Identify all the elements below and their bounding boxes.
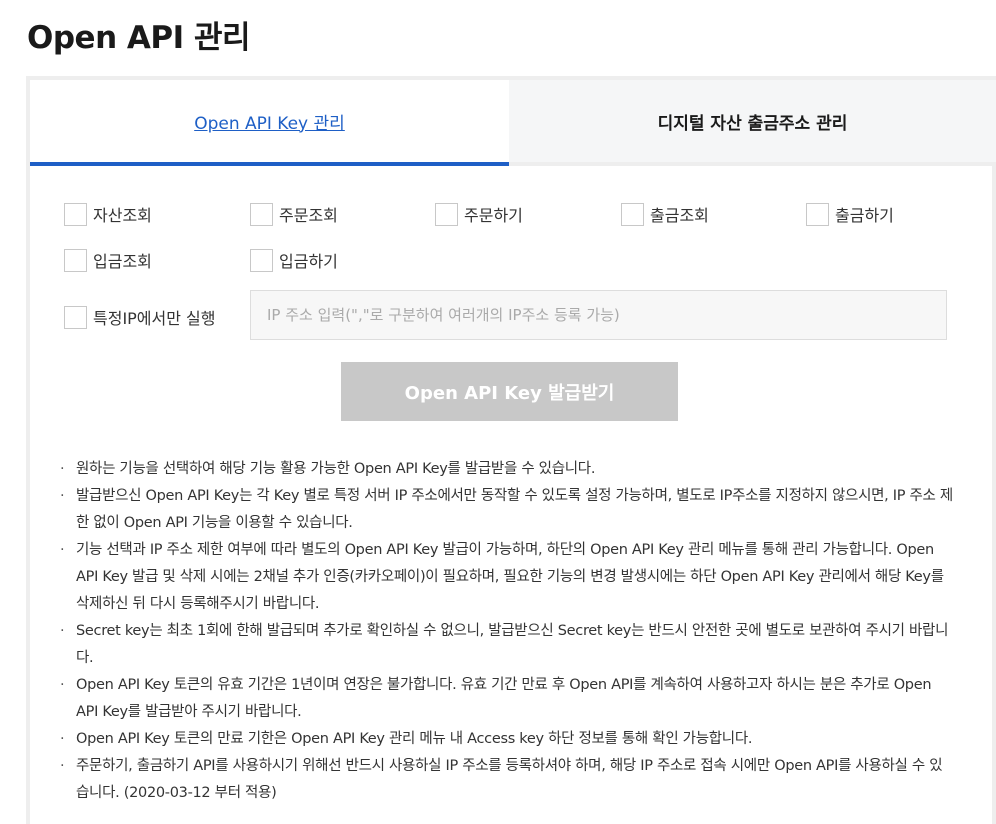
notice-item: Secret key는 최초 1회에 한해 발급되며 추가로 확인하실 수 없으… — [60, 618, 955, 672]
notice-item: 발급받으신 Open API Key는 각 Key 별로 특정 서버 IP 주소… — [60, 483, 955, 537]
ip-address-input[interactable] — [250, 290, 947, 340]
checkbox-box[interactable] — [64, 202, 87, 226]
tab-bar: Open API Key 관리 디지털 자산 출금주소 관리 — [30, 80, 996, 166]
checkbox-box[interactable] — [64, 305, 87, 329]
tab-label: 디지털 자산 출금주소 관리 — [657, 113, 848, 134]
checkbox-label: 특정IP에서만 실행 — [93, 309, 216, 328]
notice-item: 주문하기, 출금하기 API를 사용하시기 위해선 반드시 사용하실 IP 주소… — [60, 753, 955, 807]
checkbox-label: 입금조회 — [93, 252, 152, 271]
checkbox-label: 주문조회 — [279, 206, 338, 225]
checkbox-label: 출금조회 — [650, 206, 709, 225]
notice-item: 기능 선택과 IP 주소 제한 여부에 따라 별도의 Open API Key … — [60, 537, 955, 618]
checkbox-box[interactable] — [250, 248, 273, 272]
checkbox-box[interactable] — [806, 202, 829, 226]
checkbox-deposit-inquiry[interactable]: 입금조회 — [64, 248, 152, 272]
checkbox-label: 자산조회 — [93, 206, 152, 225]
checkbox-box[interactable] — [621, 202, 644, 226]
checkbox-label: 입금하기 — [279, 252, 338, 271]
issue-api-key-button[interactable]: Open API Key 발급받기 — [341, 362, 678, 421]
notice-list: 원하는 기능을 선택하여 해당 기능 활용 가능한 Open API Key를 … — [60, 456, 955, 807]
api-management-panel: Open API Key 관리 디지털 자산 출금주소 관리 자산조회 주문조회… — [26, 76, 996, 824]
tab-label: Open API Key 관리 — [194, 113, 345, 134]
checkbox-label: 주문하기 — [464, 206, 523, 225]
checkbox-label: 출금하기 — [835, 206, 894, 225]
notice-item: 원하는 기능을 선택하여 해당 기능 활용 가능한 Open API Key를 … — [60, 456, 955, 483]
checkbox-box[interactable] — [64, 248, 87, 272]
tab-open-api-key[interactable]: Open API Key 관리 — [30, 80, 509, 166]
checkbox-deposit[interactable]: 입금하기 — [250, 248, 338, 272]
page-title: Open API 관리 — [27, 20, 251, 56]
notice-item: Open API Key 토큰의 만료 기한은 Open API Key 관리 … — [60, 726, 955, 753]
checkbox-ip-restriction[interactable]: 특정IP에서만 실행 — [64, 305, 216, 329]
checkbox-box[interactable] — [250, 202, 273, 226]
tab-withdrawal-address[interactable]: 디지털 자산 출금주소 관리 — [509, 80, 996, 166]
checkbox-place-order[interactable]: 주문하기 — [435, 202, 523, 226]
checkbox-asset-inquiry[interactable]: 자산조회 — [64, 202, 152, 226]
checkbox-order-inquiry[interactable]: 주문조회 — [250, 202, 338, 226]
checkbox-withdrawal-inquiry[interactable]: 출금조회 — [621, 202, 709, 226]
checkbox-box[interactable] — [435, 202, 458, 226]
notice-item: Open API Key 토큰의 유효 기간은 1년이며 연장은 불가합니다. … — [60, 672, 955, 726]
checkbox-withdraw[interactable]: 출금하기 — [806, 202, 894, 226]
